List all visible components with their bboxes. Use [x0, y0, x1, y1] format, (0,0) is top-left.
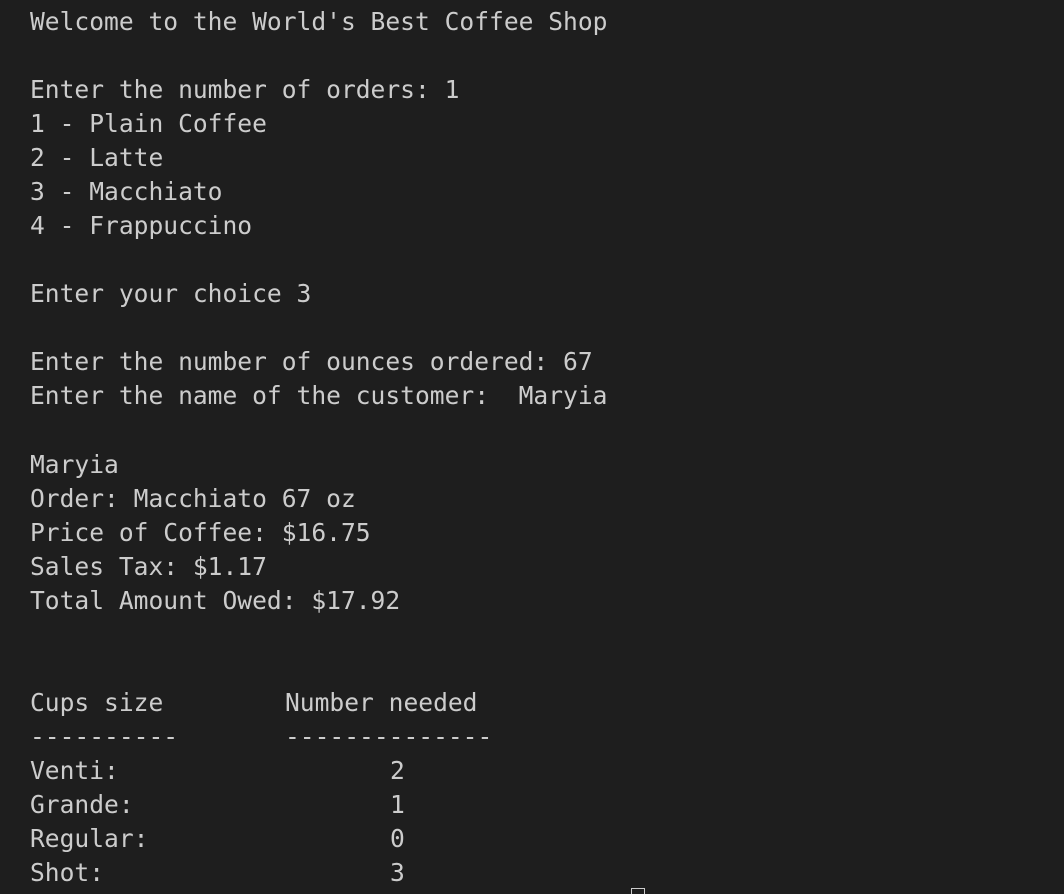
- receipt-total-line: Total Amount Owed: $17.92: [30, 586, 401, 615]
- receipt-tax-line: Sales Tax: $1.17: [30, 552, 267, 581]
- cup-size-grande: Grande:: [30, 790, 134, 819]
- cup-size-shot: Shot:: [30, 858, 105, 887]
- welcome-line: Welcome to the World's Best Coffee Shop: [30, 7, 608, 36]
- cup-size-regular: Regular:: [30, 824, 149, 853]
- receipt-price-line: Price of Coffee: $16.75: [30, 518, 371, 547]
- orders-prompt-line: Enter the number of orders: 1: [30, 75, 460, 104]
- menu-item-latte: 2 - Latte: [30, 143, 164, 172]
- cup-count-shot: 3: [390, 858, 405, 887]
- menu-item-frappuccino: 4 - Frappuccino: [30, 211, 253, 240]
- number-needed-header: Number needed: [285, 688, 478, 717]
- cup-size-venti: Venti:: [30, 756, 119, 785]
- cup-count-grande: 1: [390, 790, 405, 819]
- menu-item-plain-coffee: 1 - Plain Coffee: [30, 109, 267, 138]
- menu-item-macchiato: 3 - Macchiato: [30, 177, 223, 206]
- ounces-prompt-line: Enter the number of ounces ordered: 67: [30, 347, 593, 376]
- terminal-window[interactable]: Welcome to the World's Best Coffee Shop …: [0, 0, 1064, 894]
- receipt-order-line: Order: Macchiato 67 oz: [30, 484, 356, 513]
- customer-prompt-line: Enter the name of the customer: Maryia: [30, 381, 608, 410]
- choice-prompt-line: Enter your choice 3: [30, 279, 312, 308]
- receipt-customer-name: Maryia: [30, 450, 119, 479]
- cup-count-venti: 2: [390, 756, 405, 785]
- number-needed-rule: --------------: [285, 722, 493, 751]
- cups-size-header: Cups size: [30, 688, 164, 717]
- terminal-cursor: [631, 888, 645, 894]
- cups-size-rule: ----------: [30, 722, 179, 751]
- cup-count-regular: 0: [390, 824, 405, 853]
